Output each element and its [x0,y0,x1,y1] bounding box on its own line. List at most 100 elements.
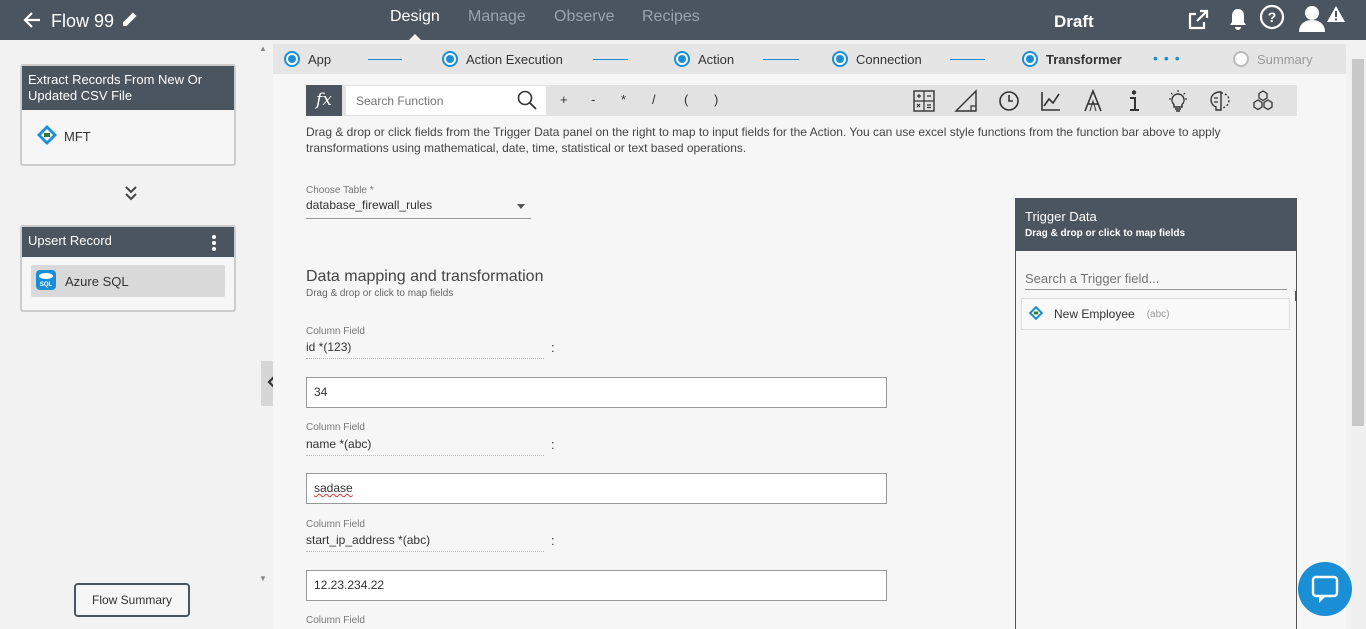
chat-support-button[interactable] [1298,562,1352,616]
choose-table-value: database_firewall_rules [306,198,433,212]
step-done-icon [832,51,848,67]
choose-table-select[interactable]: database_firewall_rules [306,198,531,219]
operator-divide[interactable]: / [652,92,656,107]
operator-close-paren[interactable]: ) [714,92,718,107]
step-label: Summary [1257,51,1313,67]
mft-logo-icon [36,124,58,149]
back-arrow-icon[interactable] [22,10,42,34]
more-options-icon[interactable] [212,235,216,253]
calculator-icon[interactable] [912,89,936,116]
geometry-icon[interactable] [954,89,978,116]
step-done-icon [442,51,458,67]
operator-multiply[interactable]: * [621,92,626,107]
function-bar: fx + - * / ( ) [306,85,1297,116]
choose-table-label: Choose Table * [306,185,374,196]
column-field-label: Column Field [306,422,365,433]
bell-icon[interactable] [1227,7,1249,34]
trigger-field-search-input[interactable] [1025,268,1287,290]
column-field-name: start_ip_address *(abc) [306,533,544,552]
fx-icon[interactable]: fx [306,85,342,116]
action-step-title: Upsert Record [28,233,112,248]
brain-icon[interactable] [1208,89,1232,116]
field-value-input[interactable]: 34 [306,377,887,408]
help-icon[interactable]: ? [1259,4,1285,33]
column-field-name: name *(abc) [306,437,544,456]
mapping-instructions: Drag & drop or click fields from the Tri… [306,125,1221,155]
tab-manage[interactable]: Manage [468,8,526,26]
field-value-input[interactable]: 12.23.234.22 [306,570,887,601]
user-alert-icon[interactable] [1298,4,1346,35]
trigger-step-title: Extract Records From New Or Updated CSV … [22,66,234,110]
trigger-data-title: Trigger Data [1025,209,1097,224]
line-chart-icon[interactable] [1039,89,1063,116]
operator-minus[interactable]: - [591,92,595,107]
step-label: Action [698,51,735,67]
step-label: App [308,51,332,67]
azure-sql-label: Azure SQL [65,273,129,289]
step-connector [593,59,628,60]
step-action[interactable]: Action [674,51,734,67]
step-connector [368,59,402,60]
trigger-data-header: Trigger Data Drag & drop or click to map… [1016,199,1296,251]
field-separator: : [551,437,555,452]
cubes-icon[interactable] [1251,89,1275,116]
flow-summary-button[interactable]: Flow Summary [74,583,190,617]
field-separator: : [551,340,555,355]
sidebar-scroll-down-icon[interactable]: ▼ [259,574,267,583]
mapping-subtitle: Drag & drop or click to map fields [306,288,454,299]
step-transformer[interactable]: Transformer [1022,51,1122,67]
action-step-header: Upsert Record [22,227,234,257]
step-done-icon [674,51,690,67]
tab-recipes[interactable]: Recipes [642,8,700,26]
column-field-label: Column Field [306,326,365,337]
step-done-icon [284,51,300,67]
column-field-name: id *(123) [306,340,544,359]
double-chevron-down-icon [124,185,138,204]
lightbulb-icon[interactable] [1166,89,1190,116]
top-navigation-bar: Flow 99 Design Manage Observe Recipes Dr… [0,0,1366,40]
wizard-stepper: App Action Execution Action Connection T… [273,44,1346,74]
trigger-step-card[interactable]: Extract Records From New Or Updated CSV … [20,64,236,166]
trigger-panel-scrollbar[interactable] [1295,291,1297,301]
clock-icon[interactable] [997,89,1021,116]
step-connector [763,59,799,60]
step-summary[interactable]: Summary [1233,51,1313,67]
azure-sql-logo-icon: SQL [35,268,57,295]
tab-design[interactable]: Design [390,8,440,26]
function-search-input[interactable] [346,86,546,115]
field-separator: : [551,533,555,548]
page-scrollbar-thumb[interactable] [1352,59,1364,426]
step-action-execution[interactable]: Action Execution [442,51,563,67]
search-icon[interactable] [517,90,537,113]
action-step-card[interactable]: Upsert Record SQL Azure SQL [20,225,236,312]
info-icon[interactable] [1124,89,1144,116]
operator-plus[interactable]: + [560,92,568,107]
field-value-input[interactable]: sadase [306,473,887,504]
mft-app[interactable]: MFT [30,116,226,156]
azure-sql-app[interactable]: SQL Azure SQL [31,265,225,297]
operator-open-paren[interactable]: ( [684,92,688,107]
sidebar-scroll-up-icon[interactable]: ▲ [259,44,267,53]
step-app[interactable]: App [284,51,331,67]
page-scrollbar[interactable] [1350,59,1366,629]
mapping-title: Data mapping and transformation [306,268,544,285]
trigger-field-item[interactable]: New Employee (abc) [1021,298,1290,330]
field-value-text: sadase [314,481,353,495]
step-connector-dotted: ••• [1153,50,1186,66]
step-pending-icon [1233,51,1249,67]
mft-label: MFT [64,128,91,144]
transformer-panel: fx + - * / ( ) [273,74,1346,629]
step-label: Action Execution [466,51,563,67]
step-connection[interactable]: Connection [832,51,922,67]
tab-observe[interactable]: Observe [554,8,614,26]
pencil-icon[interactable] [121,10,139,33]
flow-title: Flow 99 [51,11,115,31]
trigger-data-subtitle: Drag & drop or click to map fields [1025,228,1186,239]
trigger-data-panel: Trigger Data Drag & drop or click to map… [1015,198,1297,629]
active-tab-indicator [409,34,421,40]
column-field-label: Column Field [306,519,365,530]
trigger-field-name: New Employee [1054,307,1135,321]
external-link-icon[interactable] [1186,8,1210,35]
trigger-field-type: (abc) [1146,308,1170,320]
text-icon[interactable] [1081,88,1105,116]
